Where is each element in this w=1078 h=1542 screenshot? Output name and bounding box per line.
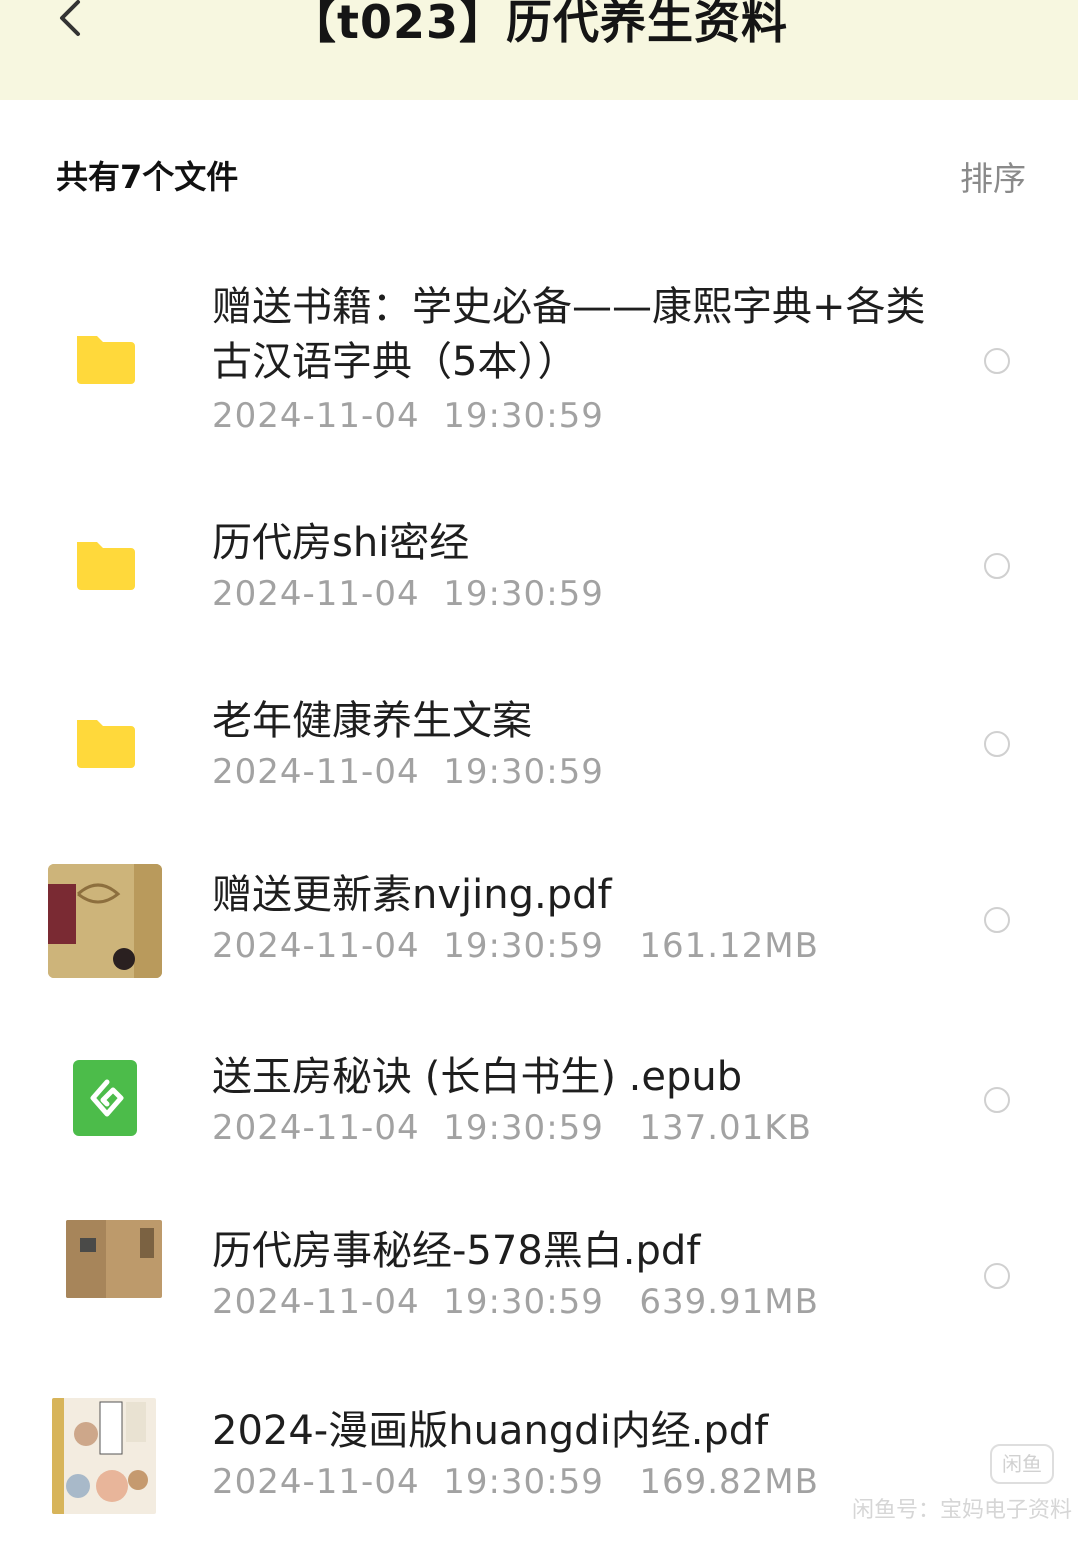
file-meta: 2024-11-04 19:30:59 639.91MB [212, 1282, 819, 1322]
folder-icon [77, 542, 135, 590]
sort-button[interactable]: 排序 [960, 152, 1026, 200]
page-title: 【t023】历代养生资料 [289, 0, 788, 49]
select-radio[interactable] [984, 553, 1010, 579]
file-name: 历代房事秘经-578黑白.pdf [212, 1228, 701, 1274]
file-name: 历代房shi密经 [212, 520, 470, 566]
select-radio[interactable] [984, 1263, 1010, 1289]
watermark-text: 闲鱼号：宝妈电子资料 [852, 1498, 1073, 1523]
file-name: 2024-漫画版huangdi内经.pdf [212, 1408, 769, 1454]
select-radio[interactable] [984, 1087, 1010, 1113]
file-name: 赠送书籍：学史必备——康熙字典+各类古汉语字典（5本）） [212, 284, 926, 385]
select-radio[interactable] [984, 348, 1010, 374]
top-bar: 【t023】历代养生资料 [0, 0, 1078, 100]
list-item[interactable]: 历代房shi密经 2024-11-04 19:30:59 [0, 510, 1078, 620]
list-item[interactable]: 赠送更新素nvjing.pdf 2024-11-04 19:30:59 161.… [0, 862, 1078, 982]
watermark-badge: 闲鱼 [990, 1444, 1054, 1484]
file-meta: 2024-11-04 19:30:59 [212, 396, 604, 436]
file-meta: 2024-11-04 19:30:59 169.82MB [212, 1462, 819, 1502]
file-meta: 2024-11-04 19:30:59 [212, 574, 604, 614]
pdf-thumbnail [52, 1398, 156, 1514]
select-radio[interactable] [984, 731, 1010, 757]
select-radio[interactable] [984, 907, 1010, 933]
list-item[interactable]: 送玉房秘诀 (长白书生) .epub 2024-11-04 19:30:59 1… [0, 1044, 1078, 1154]
file-meta: 2024-11-04 19:30:59 161.12MB [212, 926, 819, 966]
file-count: 共有7个文件 [56, 158, 239, 196]
file-name: 送玉房秘诀 (长白书生) .epub [212, 1054, 743, 1100]
file-meta: 2024-11-04 19:30:59 137.01KB [212, 1108, 812, 1148]
list-item[interactable]: 历代房事秘经-578黑白.pdf 2024-11-04 19:30:59 639… [0, 1218, 1078, 1328]
folder-icon [77, 720, 135, 768]
file-name: 赠送更新素nvjing.pdf [212, 872, 612, 918]
file-meta: 2024-11-04 19:30:59 [212, 752, 604, 792]
pdf-thumbnail [48, 864, 162, 978]
epub-icon [73, 1060, 137, 1136]
file-name: 老年健康养生文案 [212, 698, 532, 744]
list-item[interactable]: 老年健康养生文案 2024-11-04 19:30:59 [0, 688, 1078, 798]
list-item[interactable]: 赠送书籍：学史必备——康熙字典+各类古汉语字典（5本）） 2024-11-04 … [0, 270, 1078, 450]
folder-icon [77, 336, 135, 384]
pdf-thumbnail [66, 1220, 162, 1298]
